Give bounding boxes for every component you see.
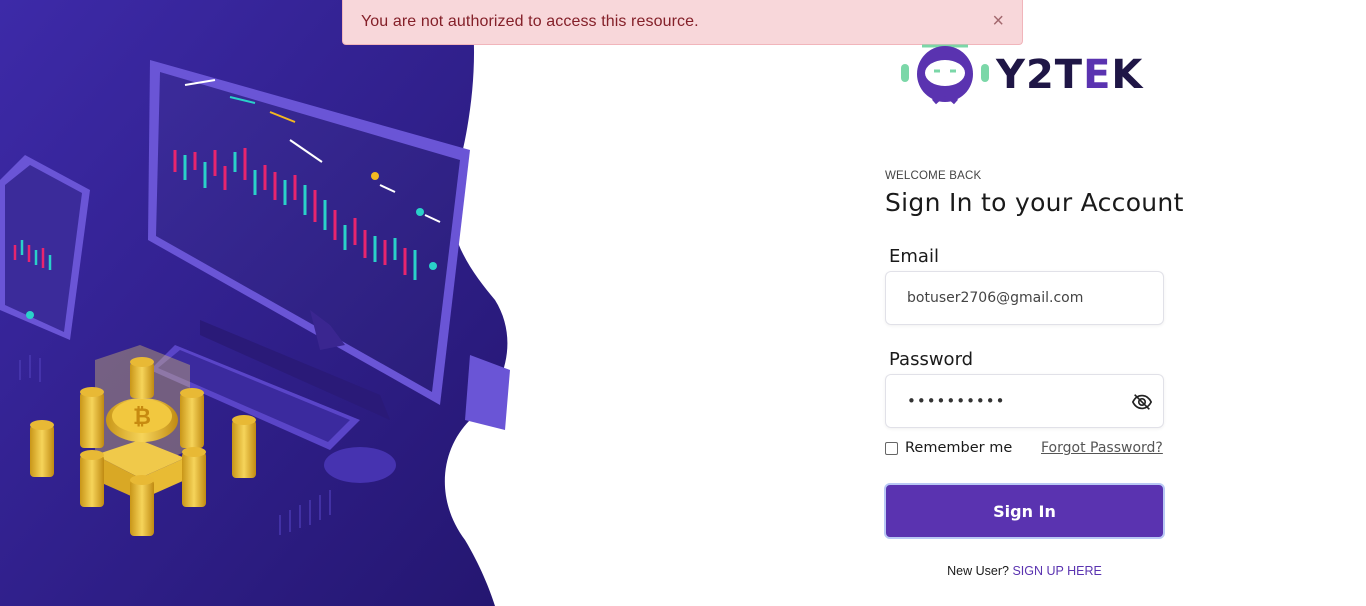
remember-label: Remember me: [905, 440, 1013, 456]
page-title: Sign In to your Account: [885, 188, 1184, 217]
new-user-text: New User?: [947, 564, 1009, 578]
robot-logo-icon: [901, 44, 989, 105]
email-label: Email: [889, 246, 939, 267]
eye-slash-icon[interactable]: [1131, 391, 1153, 413]
welcome-eyebrow: WELCOME BACK: [885, 170, 982, 182]
signup-prompt: New User? SIGN UP HERE: [885, 564, 1164, 578]
close-icon[interactable]: ×: [992, 9, 1004, 33]
sign-up-link[interactable]: SIGN UP HERE: [1012, 564, 1101, 578]
alert-message: You are not authorized to access this re…: [361, 13, 699, 30]
password-label: Password: [889, 349, 974, 370]
sign-in-button[interactable]: Sign In: [884, 483, 1165, 539]
brand-logo: Y2TEK: [898, 44, 1158, 110]
password-value: ••••••••••: [907, 392, 1006, 410]
forgot-password-link[interactable]: Forgot Password?: [1041, 440, 1163, 456]
email-field[interactable]: botuser2706@gmail.com: [885, 271, 1164, 325]
remember-checkbox[interactable]: [885, 441, 898, 455]
remember-me: Remember me: [885, 440, 1012, 456]
hero-illustration: ₿: [0, 0, 520, 606]
brand-wordmark: Y2TEK: [996, 52, 1144, 98]
svg-text:₿: ₿: [133, 405, 151, 430]
crypto-trading-illustration: ₿: [0, 0, 510, 606]
email-value: botuser2706@gmail.com: [907, 290, 1084, 306]
password-field[interactable]: ••••••••••: [885, 374, 1164, 428]
error-alert: You are not authorized to access this re…: [342, 0, 1023, 45]
